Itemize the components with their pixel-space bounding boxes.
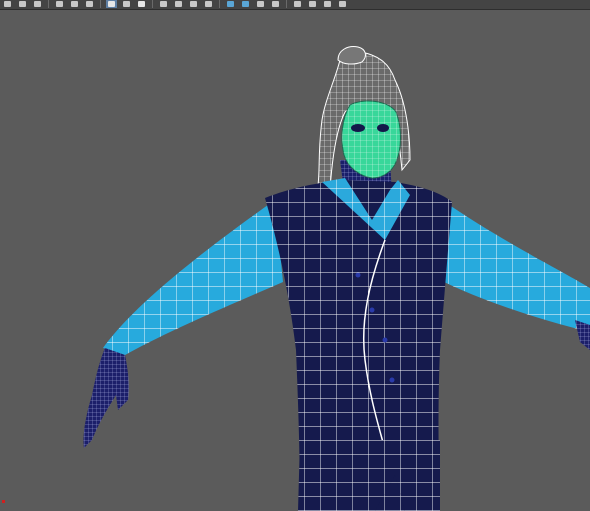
safe-area-icon [294,1,301,7]
antialias-button[interactable] [337,0,348,8]
shadows-button[interactable] [173,0,184,8]
safe-area-button[interactable] [292,0,303,8]
hair-bun[interactable] [337,46,366,65]
smooth-shade-button[interactable] [121,0,132,8]
heads-up-icon [324,1,331,7]
wireframe-icon [108,1,115,7]
display-options-icon [309,1,316,7]
heads-up-button[interactable] [322,0,333,8]
isolate-icon [205,1,212,7]
vest-button[interactable] [369,307,375,313]
smooth-shade-icon [123,1,130,7]
3d-viewport[interactable] [0,10,590,511]
translate-tool-button[interactable] [54,0,65,8]
paint-select-tool-button[interactable] [32,0,43,8]
xray-icon [227,1,234,7]
toolbar-separator [286,0,287,8]
wireframe-toggle-button[interactable] [106,0,117,8]
select-icon [4,1,11,7]
film-gate-icon [257,1,264,7]
right-eye [377,124,389,132]
resolution-gate-icon [272,1,279,7]
select-tool-button[interactable] [2,0,13,8]
lasso-tool-button[interactable] [17,0,28,8]
axis-origin-marker [2,500,5,503]
display-options-button[interactable] [307,0,318,8]
toolbar-separator [219,0,220,8]
antialias-icon [339,1,346,7]
shadows-icon [175,1,182,7]
character-model[interactable] [0,10,590,511]
toolbar-separator [48,0,49,8]
vest-button[interactable] [355,272,361,278]
camera-button[interactable] [188,0,199,8]
vest-button[interactable] [389,377,395,383]
grid-icon [242,1,249,7]
translate-icon [56,1,63,7]
rotate-tool-button[interactable] [69,0,80,8]
viewport-toolbar [0,0,590,10]
lasso-icon [19,1,26,7]
scale-tool-button[interactable] [84,0,95,8]
textured-button[interactable] [136,0,147,8]
lighting-button[interactable] [158,0,169,8]
toolbar-separator [152,0,153,8]
resolution-gate-button[interactable] [270,0,281,8]
grid-button[interactable] [240,0,251,8]
scale-icon [86,1,93,7]
lighting-icon [160,1,167,7]
xray-button[interactable] [225,0,236,8]
left-eye [351,124,365,132]
vest-button[interactable] [382,337,388,343]
rotate-icon [71,1,78,7]
toolbar-separator [100,0,101,8]
film-gate-button[interactable] [255,0,266,8]
camera-icon [190,1,197,7]
isolate-button[interactable] [203,0,214,8]
textured-icon [138,1,145,7]
paint-select-icon [34,1,41,7]
